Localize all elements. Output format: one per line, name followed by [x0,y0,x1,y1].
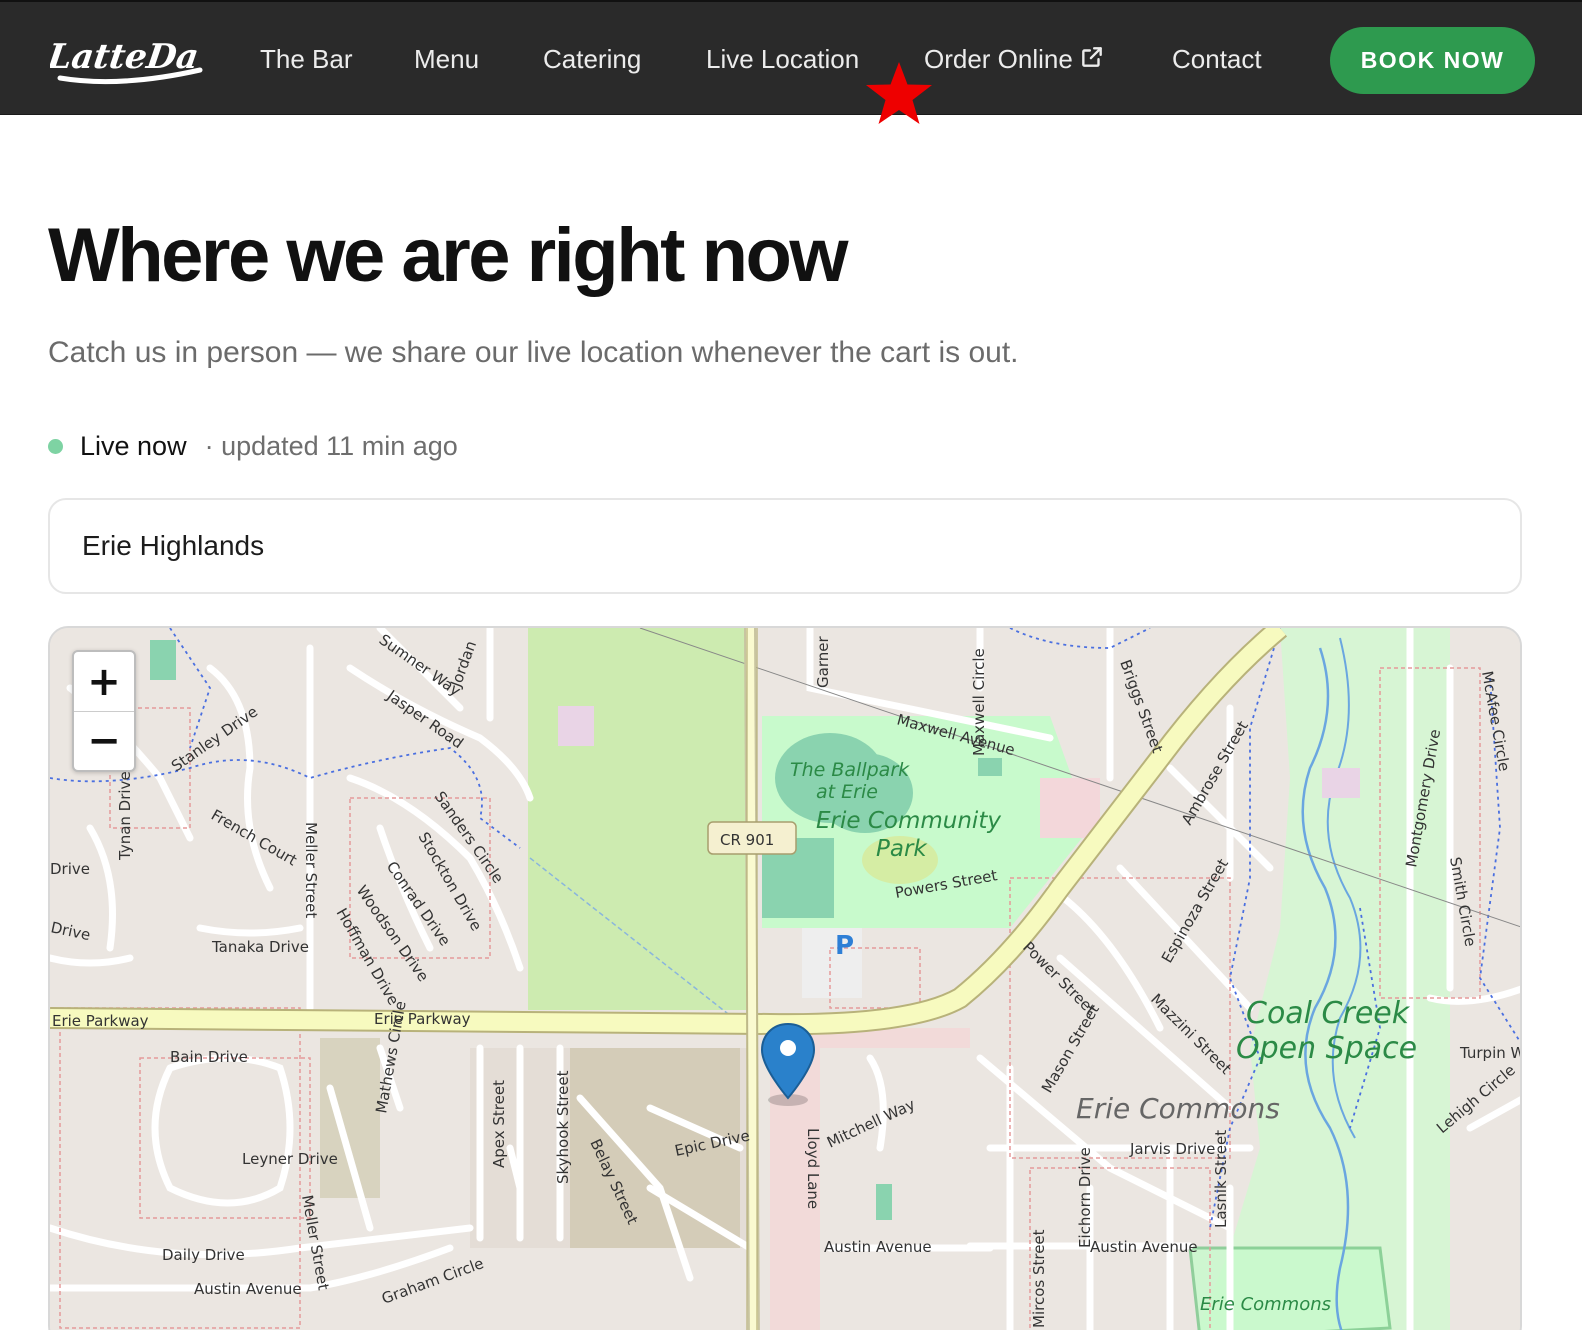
current-location-name: Erie Highlands [82,530,265,561]
last-updated-text: · updated 11 min ago [204,430,458,461]
brand-logo[interactable]: LatteDa [44,28,210,92]
eichorn-drive-label: Eichorn Drive [1076,1147,1094,1248]
garner-label: Garner [814,636,832,688]
brand-name: LatteDa [50,37,201,77]
mircos-street-label: Mircos Street [1030,1229,1048,1328]
austin-avenue-west-label: Austin Avenue [194,1280,302,1298]
current-location-card: Erie Highlands [48,498,1522,594]
austin-avenue-center-label: Austin Avenue [824,1238,932,1256]
turpin-label: Turpin W [1459,1044,1522,1062]
map-zoom-control: + − [72,650,136,772]
apex-street-label: Apex Street [490,1080,508,1168]
leyner-drive-label: Leyner Drive [242,1150,338,1168]
erie-parkway-west-label: Erie Parkway [52,1012,149,1030]
cr901-label: CR 901 [720,831,774,849]
maxwell-circle-label: Maxwell Circle [970,648,988,756]
drive-label-1: Drive [50,860,90,878]
nav-link-order-online[interactable]: Order Online [924,44,1105,77]
page-subtitle: Catch us in person — we share our live l… [48,336,1019,369]
tanaka-drive-label: Tanaka Drive [211,938,309,956]
red-star-icon [864,60,934,130]
lasnik-street-label: Lasnik Street [1212,1130,1230,1228]
park-label-1: Erie Community [816,808,1001,834]
nav-link-contact[interactable]: Contact [1172,44,1262,75]
erie-commons-label: Erie Commons [1076,1092,1280,1125]
nav-link-catering[interactable]: Catering [543,44,641,75]
daily-drive-label: Daily Drive [162,1246,245,1264]
ballpark-label-1: The Ballpark [790,759,910,781]
zoom-out-button[interactable]: − [74,711,134,770]
top-navbar: LatteDa The Bar Menu Catering Live Locat… [0,0,1582,115]
park-label-2: Park [876,836,928,862]
external-link-icon [1079,44,1105,77]
book-now-button[interactable]: BOOK NOW [1330,27,1535,94]
austin-avenue-east-label: Austin Avenue [1090,1238,1198,1256]
nav-link-order-online-label: Order Online [924,44,1073,74]
parking-label: P [835,931,854,961]
coal-creek-label-2: Open Space [1236,1031,1417,1066]
map-tiles[interactable]: CR 901 P The Ballpark at Erie Erie Commu… [50,628,1522,1330]
page-title: Where we are right now [48,213,849,298]
live-status: Live now · updated 11 min ago [48,428,458,464]
ballpark-label-2: at Erie [816,781,878,803]
bain-drive-label: Bain Drive [170,1048,248,1066]
erie-commons-south-label: Erie Commons [1200,1294,1331,1315]
nav-link-menu[interactable]: Menu [414,44,479,75]
coal-creek-label-1: Coal Creek [1246,996,1411,1031]
zoom-in-button[interactable]: + [74,652,134,711]
live-location-map[interactable]: CR 901 P The Ballpark at Erie Erie Commu… [48,626,1522,1330]
live-status-label: Live now [80,430,187,461]
lloyd-lane-label: Lloyd Lane [804,1128,822,1209]
skyhook-street-label: Skyhook Street [554,1070,572,1184]
tynan-drive-label: Tynan Drive [116,771,134,861]
nav-link-live-location[interactable]: Live Location [706,44,859,75]
live-status-dot [48,438,63,454]
meller-street-label: Meller Street [302,822,320,918]
jarvis-drive-label: Jarvis Drive [1129,1140,1215,1158]
nav-link-the-bar[interactable]: The Bar [260,44,353,75]
